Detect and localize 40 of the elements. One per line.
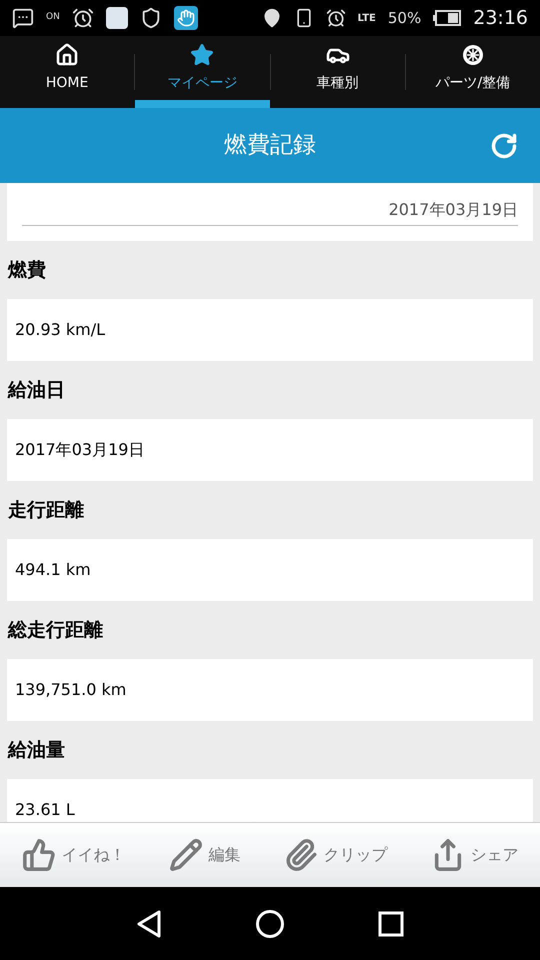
battery-icon	[433, 10, 462, 26]
field-label: 給油量	[8, 738, 65, 763]
field-value: 23.61 L	[15, 799, 75, 821]
nav-tab[interactable]: パーツ/整備	[406, 36, 540, 108]
alarm-icon	[72, 7, 94, 29]
back-button[interactable]	[136, 908, 162, 938]
field-value: 2017年03月19日	[15, 439, 144, 461]
field-value: 20.93 km/L	[15, 319, 106, 341]
action-button[interactable]: シェア	[430, 838, 518, 872]
record-date: 2017年03月19日	[388, 199, 518, 221]
field-label: 給油日	[8, 378, 65, 403]
paperclip-icon	[284, 838, 318, 872]
alarm-icon	[326, 8, 346, 28]
app-icon	[106, 7, 128, 29]
home-icon	[55, 42, 80, 66]
battery-percent: 50%	[388, 8, 422, 29]
message-icon	[12, 7, 34, 29]
pencil-icon	[168, 838, 202, 872]
clock: 23:16	[473, 6, 528, 31]
field-label: 走行距離	[8, 498, 84, 523]
location-icon	[262, 8, 282, 28]
action-button[interactable]: クリップ	[284, 838, 388, 872]
field-label: 総走行距離	[8, 618, 103, 643]
star-icon	[190, 42, 214, 66]
network-label: LTE	[358, 12, 376, 26]
action-button[interactable]: イイね！	[22, 838, 126, 872]
hand-app-icon	[174, 6, 198, 30]
recents-button[interactable]	[378, 910, 404, 936]
field-value: 139,751.0 km	[15, 679, 126, 701]
nav-tab[interactable]: HOME	[0, 36, 134, 108]
nfc-label: ON	[46, 11, 60, 24]
field-label: 燃費	[8, 258, 46, 283]
page-title: 燃費記録	[224, 131, 316, 160]
refresh-button[interactable]	[490, 132, 518, 160]
home-button[interactable]	[254, 908, 285, 938]
nav-tab[interactable]: 車種別	[270, 36, 405, 108]
thumbs-up-icon	[22, 838, 56, 872]
action-button[interactable]: 編集	[168, 838, 240, 872]
field-value: 494.1 km	[15, 559, 91, 581]
wheel-icon	[460, 42, 485, 66]
